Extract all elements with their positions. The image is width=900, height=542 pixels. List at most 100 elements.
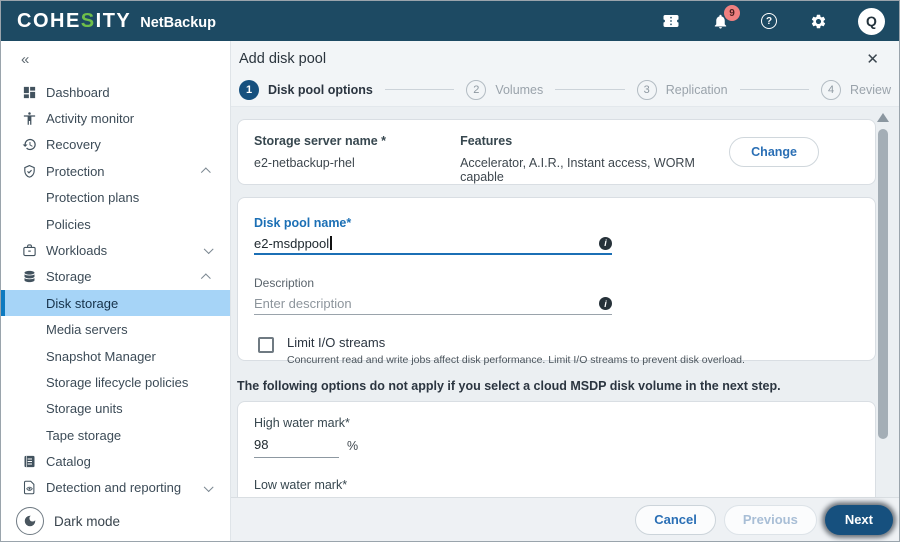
document-eye-icon <box>21 479 38 496</box>
next-button[interactable]: Next <box>824 504 893 535</box>
sidebar-item-policies[interactable]: Policies <box>1 211 230 237</box>
disk-pool-card: Disk pool name* e2-msdppool i Descriptio… <box>237 197 876 366</box>
user-avatar[interactable]: Q <box>858 7 885 35</box>
dark-mode-toggle[interactable]: Dark mode <box>1 501 230 541</box>
sidebar-item-label: Tape storage <box>46 427 122 443</box>
sidebar-item-label: Detection and reporting <box>46 480 182 496</box>
limit-io-streams-row: Limit I/O streams Concurrent read and wr… <box>254 335 859 366</box>
disk-pool-name-input[interactable]: e2-msdppool i <box>254 233 612 255</box>
sidebar-item-recovery[interactable]: Recovery <box>1 132 230 158</box>
activity-person-icon <box>21 110 38 127</box>
sidebar-item-label: Storage units <box>46 401 123 417</box>
notifications-bell-icon[interactable]: 9 <box>711 5 740 30</box>
product-name: NetBackup <box>140 14 217 31</box>
step-connector <box>739 89 810 90</box>
briefcase-icon <box>21 242 38 259</box>
dark-mode-label: Dark mode <box>54 513 121 529</box>
description-input[interactable]: Enter description i <box>254 293 612 315</box>
step-label: Replication <box>665 82 728 97</box>
wizard-stepper: 1 Disk pool options 2 Volumes 3 Replicat… <box>231 77 899 107</box>
database-icon <box>21 268 38 285</box>
sidebar-item-workloads[interactable]: Workloads <box>1 237 230 263</box>
storage-server-name-value: e2-netbackup-rhel <box>254 156 355 170</box>
add-disk-pool-panel: Add disk pool ✕ 1 Disk pool options 2 Vo… <box>231 41 899 541</box>
step-label: Volumes <box>495 82 544 97</box>
sidebar-item-label: Disk storage <box>46 295 119 311</box>
step-number: 1 <box>239 79 259 100</box>
water-mark-card: High water mark* 98 % Low water mark* % <box>237 401 876 497</box>
shield-check-icon <box>21 163 38 180</box>
sidebar-nav: Dashboard Activity monitor Recovery Prot… <box>1 79 230 501</box>
page-title: Add disk pool <box>239 51 327 67</box>
scroll-up-arrow-icon[interactable] <box>877 113 889 122</box>
sidebar-item-label: Workloads <box>46 242 108 258</box>
sidebar-item-protection[interactable]: Protection <box>1 158 230 184</box>
step-review: 4 Review <box>821 79 892 100</box>
sidebar-item-label: Protection plans <box>46 190 140 206</box>
step-connector <box>384 89 455 90</box>
sidebar-item-dashboard[interactable]: Dashboard <box>1 79 230 105</box>
info-icon[interactable]: i <box>599 236 612 250</box>
limit-io-streams-checkbox[interactable] <box>258 337 274 353</box>
topbar-actions: 9 ? Q <box>662 5 889 35</box>
brand-logo: COHESITY NetBackup <box>17 10 216 33</box>
change-button[interactable]: Change <box>729 137 819 167</box>
high-water-mark-unit: % <box>347 439 359 453</box>
cloud-msdp-note: The following options do not apply if yo… <box>237 379 781 393</box>
settings-gear-icon[interactable] <box>809 12 827 30</box>
sidebar-item-detection-and-reporting[interactable]: Detection and reporting <box>1 475 230 501</box>
sidebar-item-disk-storage[interactable]: Disk storage <box>1 290 230 317</box>
storage-server-name-label: Storage server name * <box>254 134 387 148</box>
sidebar-item-label: Snapshot Manager <box>46 348 156 364</box>
sidebar-collapse-button[interactable]: « <box>1 41 230 79</box>
catalog-book-icon <box>21 453 38 470</box>
dashboard-icon <box>21 84 38 101</box>
step-number: 2 <box>466 79 487 100</box>
sidebar-item-tape-storage[interactable]: Tape storage <box>1 422 230 448</box>
sidebar-item-label: Recovery <box>46 137 101 153</box>
wizard-content: Storage server name * e2-netbackup-rhel … <box>231 107 899 497</box>
topbar: COHESITY NetBackup 9 ? Q <box>1 1 899 41</box>
previous-button[interactable]: Previous <box>723 504 817 535</box>
sidebar-item-storage-units[interactable]: Storage units <box>1 396 230 422</box>
high-water-mark-input[interactable]: 98 <box>254 434 339 458</box>
sidebar: « Dashboard Activity monitor Recovery Pr… <box>1 41 231 541</box>
application-window: COHESITY NetBackup 9 ? Q « Dashboard Act… <box>0 0 900 542</box>
close-icon[interactable]: ✕ <box>862 48 883 70</box>
cohesity-green-s: S <box>80 9 96 32</box>
cancel-button[interactable]: Cancel <box>635 504 716 535</box>
help-icon[interactable]: ? <box>760 12 778 30</box>
sidebar-item-label: Storage lifecycle policies <box>46 374 189 390</box>
license-ticket-icon[interactable] <box>662 12 680 30</box>
panel-header: Add disk pool ✕ <box>231 41 899 77</box>
chevron-up-icon <box>200 273 210 283</box>
sidebar-item-label: Storage <box>46 269 92 285</box>
sidebar-item-catalog[interactable]: Catalog <box>1 448 230 474</box>
scrollbar-thumb[interactable] <box>878 129 888 439</box>
high-water-mark-label: High water mark* <box>254 416 350 430</box>
limit-io-streams-label: Limit I/O streams <box>287 335 386 350</box>
step-volumes: 2 Volumes <box>466 79 544 100</box>
sidebar-item-media-servers[interactable]: Media servers <box>1 316 230 342</box>
sidebar-item-storage-lifecycle-policies[interactable]: Storage lifecycle policies <box>1 369 230 395</box>
sidebar-item-activity-monitor[interactable]: Activity monitor <box>1 105 230 131</box>
features-value: Accelerator, A.I.R., Instant access, WOR… <box>460 156 695 184</box>
content-scrollbar[interactable] <box>877 113 889 535</box>
collapse-chevrons-icon: « <box>21 51 30 69</box>
sidebar-item-label: Activity monitor <box>46 111 135 126</box>
sidebar-item-snapshot-manager[interactable]: Snapshot Manager <box>1 343 230 369</box>
storage-server-card: Storage server name * e2-netbackup-rhel … <box>237 119 876 185</box>
description-placeholder: Enter description <box>254 296 352 311</box>
disk-pool-name-label: Disk pool name* <box>254 216 352 230</box>
info-icon[interactable]: i <box>599 297 612 310</box>
moon-icon <box>16 507 44 536</box>
notification-badge: 9 <box>724 5 740 21</box>
chevron-down-icon <box>203 481 213 492</box>
sidebar-item-label: Policies <box>46 216 91 232</box>
chevron-down-icon <box>203 244 213 254</box>
sidebar-item-storage[interactable]: Storage <box>1 264 230 290</box>
step-label: Review <box>850 82 892 97</box>
text-cursor <box>330 236 332 250</box>
sidebar-item-protection-plans[interactable]: Protection plans <box>1 184 230 210</box>
description-label: Description <box>254 276 315 290</box>
